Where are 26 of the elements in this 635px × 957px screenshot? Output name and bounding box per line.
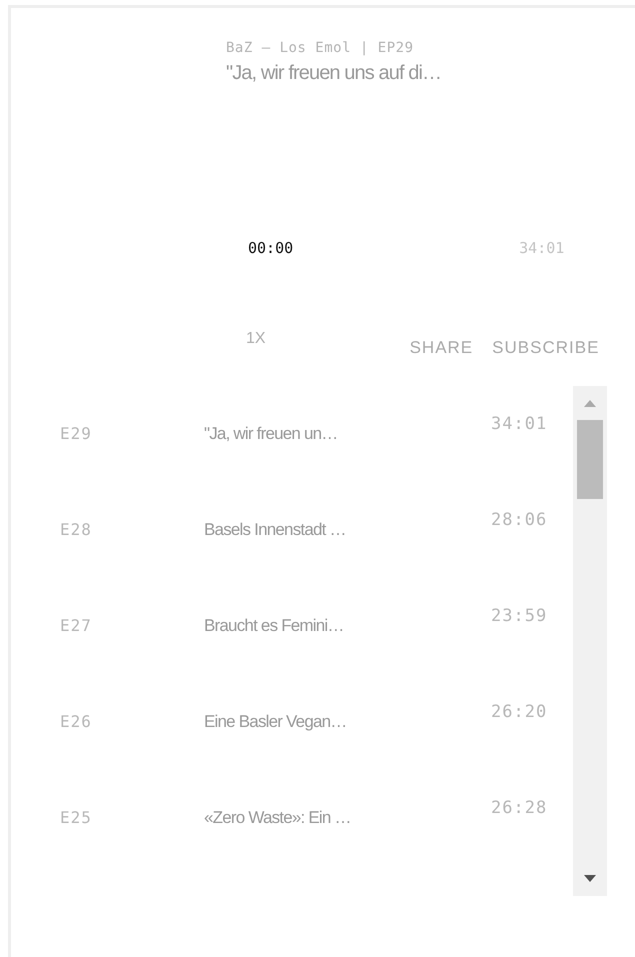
episode-title-link[interactable]: Eine Basler Vegan… [204,694,491,732]
episode-number: E26 [59,711,93,731]
episode-number: E28 [59,519,93,539]
episode-number: E29 [59,423,93,443]
scrollbar[interactable] [573,386,607,896]
episode-title-link[interactable]: Basels Innenstadt … [204,502,491,540]
episode-title-link[interactable]: Braucht es Femini… [204,598,491,636]
series-label: BaZ – Los Emol | EP29 [226,40,415,56]
episode-duration: 26:28 [491,797,548,818]
current-time: 00:00 [248,239,294,257]
total-duration: 34:01 [519,239,564,257]
scroll-thumb[interactable] [577,420,603,499]
speed-button[interactable]: 1X [246,330,266,348]
episode-title-link[interactable]: «Zero Waste»: Ein … [204,790,491,828]
scroll-down-icon[interactable] [584,875,596,882]
episode-number: E27 [59,615,93,635]
episode-number: E25 [59,807,93,827]
episode-duration: 34:01 [491,413,548,434]
episode-duration: 23:59 [491,605,548,626]
episode-title: "Ja, wir freuen uns auf di… [226,62,442,85]
subscribe-button[interactable]: SUBSCRIBE [492,338,600,358]
scroll-up-icon[interactable] [584,400,596,407]
episode-duration: 28:06 [491,509,548,530]
episode-title-link[interactable]: "Ja, wir freuen un… [204,406,491,444]
episode-duration: 26:20 [491,701,548,722]
share-button[interactable]: SHARE [410,338,474,358]
